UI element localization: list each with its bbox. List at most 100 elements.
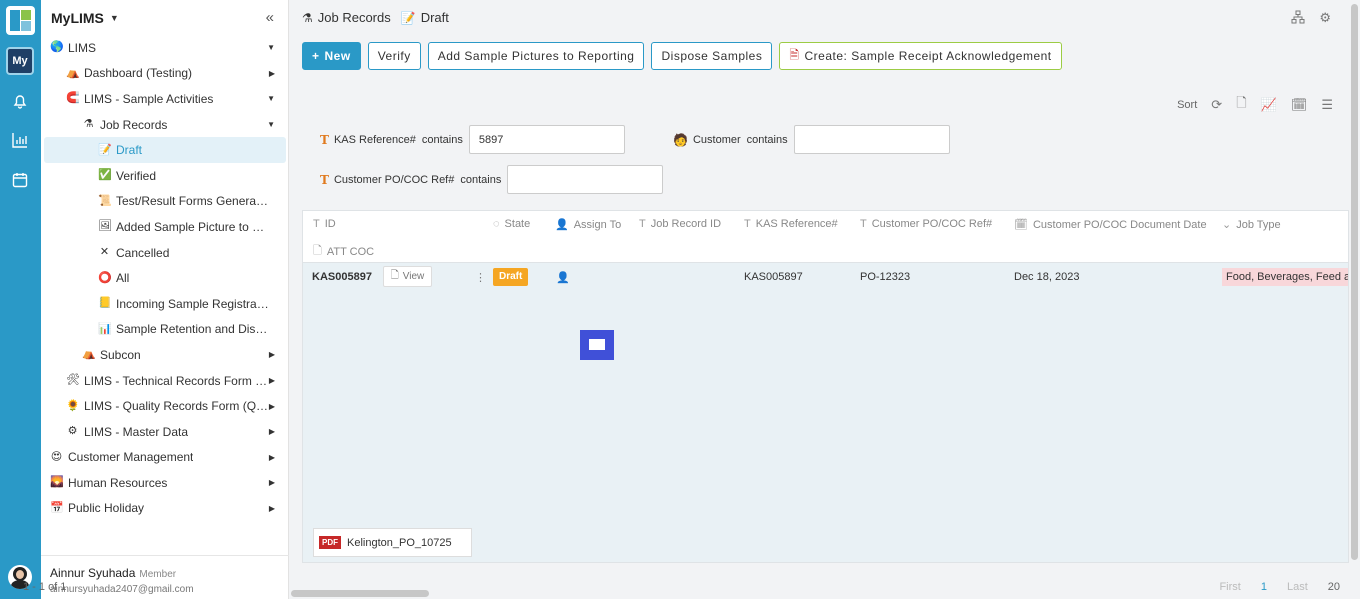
- sidebar-item-job-records[interactable]: ⚗ Job Records ▼: [41, 112, 289, 138]
- sidebar-item-lims[interactable]: 🌎 LIMS ▼: [41, 35, 289, 61]
- app-name[interactable]: MyLIMS: [51, 10, 104, 26]
- calendar-icon: 🗓: [1014, 219, 1028, 231]
- chevron-right-icon[interactable]: ▶: [269, 402, 275, 411]
- chevron-down-icon[interactable]: ▼: [267, 43, 275, 52]
- bell-icon[interactable]: [11, 92, 29, 110]
- filter-customer-input[interactable]: [793, 125, 950, 154]
- row-id[interactable]: KAS005897: [312, 271, 372, 283]
- column-customer-po[interactable]: T Customer PO/COC Ref#: [860, 218, 992, 230]
- calendar-add-icon[interactable]: 🗓: [1291, 97, 1308, 113]
- verify-button[interactable]: Verify: [367, 42, 421, 70]
- column-kas-reference[interactable]: T KAS Reference#: [744, 218, 838, 230]
- breadcrumb-parent[interactable]: Job Records: [318, 10, 391, 25]
- text-type-icon: T: [744, 218, 751, 230]
- sidebar-item-lims-technical-records-form-trf[interactable]: 🛠 LIMS - Technical Records Form (TRF) ▶: [41, 368, 289, 394]
- calendar-icon[interactable]: [11, 171, 29, 189]
- text-type-icon: T: [860, 218, 867, 230]
- sidebar-item-draft[interactable]: 📝 Draft: [44, 137, 286, 163]
- add-sample-pictures-button[interactable]: Add Sample Pictures to Reporting: [427, 42, 645, 70]
- memo-icon: 📝: [400, 10, 416, 25]
- chart-icon[interactable]: 📈: [1261, 97, 1277, 113]
- view-button[interactable]: 🗋 View: [383, 266, 432, 287]
- sort-button[interactable]: Sort: [1177, 99, 1197, 111]
- settings-gear-icon[interactable]: ⚙: [1319, 10, 1331, 27]
- sidebar-item-sample-retention-and-disposal-log[interactable]: 📊 Sample Retention and Disposal Log: [41, 317, 289, 343]
- new-button[interactable]: + New: [302, 42, 361, 70]
- pager-last[interactable]: Last: [1287, 581, 1308, 593]
- sidebar-item-human-resources[interactable]: 🌄 Human Resources ▶: [41, 470, 289, 496]
- sidebar-item-lims-master-data[interactable]: ⚙ LIMS - Master Data ▶: [41, 419, 289, 445]
- dispose-samples-button[interactable]: Dispose Samples: [651, 42, 773, 70]
- sidebar-item-label: Human Resources: [68, 475, 168, 490]
- filter-po-operator[interactable]: contains: [460, 174, 501, 186]
- page-tools: ⚙: [1291, 10, 1331, 27]
- chevron-down-icon[interactable]: ▼: [267, 94, 275, 103]
- column-job-record-id[interactable]: T Job Record ID: [639, 218, 721, 230]
- sidebar-item-added-sample-picture-to-reporting[interactable]: 🖼 Added Sample Picture to Reporting: [41, 214, 289, 240]
- app-rail: My: [0, 0, 41, 599]
- file-icon: 🗋: [390, 270, 399, 281]
- sidebar-item-incoming-sample-registration-log[interactable]: 📒 Incoming Sample Registration Log: [41, 291, 289, 317]
- column-assign-to[interactable]: 👤 Assign To: [555, 218, 621, 232]
- row-menu-icon[interactable]: ⋮: [475, 271, 486, 284]
- sidebar-item-lims-sample-activities[interactable]: 🧲 LIMS - Sample Activities ▼: [41, 86, 289, 112]
- column-id[interactable]: T ID: [313, 218, 336, 230]
- hierarchy-icon[interactable]: [1291, 10, 1305, 27]
- pager-page-size[interactable]: 20: [1328, 581, 1340, 593]
- pager-first[interactable]: First: [1219, 581, 1240, 593]
- chevron-right-icon[interactable]: ▶: [269, 453, 275, 462]
- chevron-down-icon[interactable]: ▼: [267, 120, 275, 129]
- sidebar-item-lims-quality-records-form-qrf[interactable]: 🌻 LIMS - Quality Records Form (QRF) ▶: [41, 393, 289, 419]
- horizontal-scrollbar[interactable]: [291, 590, 429, 597]
- chevron-down-icon[interactable]: ▼: [110, 13, 119, 23]
- analytics-icon[interactable]: [11, 131, 29, 149]
- text-type-icon: T: [639, 218, 646, 230]
- chevron-right-icon[interactable]: ▶: [269, 427, 275, 436]
- pdf-icon: PDF: [319, 536, 341, 549]
- filter-kas-input[interactable]: [468, 125, 625, 154]
- chevron-right-icon[interactable]: ▶: [269, 350, 275, 359]
- collapse-sidebar-icon[interactable]: «: [266, 9, 274, 26]
- image-thumbnail[interactable]: [580, 330, 614, 360]
- sidebar-item-verified[interactable]: ✅ Verified: [41, 163, 289, 189]
- chevron-right-icon[interactable]: ▶: [269, 478, 275, 487]
- action-bar: + New Verify Add Sample Pictures to Repor…: [302, 42, 1062, 70]
- sidebar-item-public-holiday[interactable]: 📅 Public Holiday ▶: [41, 496, 289, 522]
- table-row[interactable]: KAS005897 🗋 View ⋮ Draft 👤 KAS005897 PO-1…: [303, 263, 1348, 291]
- user-profile[interactable]: Ainnur Syuhada Member ainnursyuhada2407@g…: [41, 555, 289, 599]
- filter-po-label: Customer PO/COC Ref#: [333, 173, 455, 186]
- column-job-type[interactable]: ⌄ Job Type: [1222, 218, 1281, 232]
- grid-toolbar: Sort ⟳ 🗋 📈 🗓 ☰: [1177, 94, 1333, 116]
- sidebar-item-dashboard-testing[interactable]: ⛺ Dashboard (Testing) ▶: [41, 61, 289, 87]
- user-email: ainnursyuhada2407@gmail.com: [50, 584, 194, 595]
- chevron-right-icon[interactable]: ▶: [269, 376, 275, 385]
- filter-customer-operator[interactable]: contains: [747, 134, 788, 146]
- pager-current-page[interactable]: 1: [1261, 581, 1267, 593]
- column-att-coc[interactable]: 🗋 ATT COC: [313, 242, 374, 261]
- sidebar-item-label: Verified: [116, 168, 157, 183]
- app-logo[interactable]: [6, 6, 35, 35]
- status-badge: Draft: [493, 268, 529, 286]
- column-state[interactable]: ◌ State: [493, 218, 530, 230]
- column-document-date[interactable]: 🗓 Customer PO/COC Document Date: [1014, 218, 1207, 232]
- refresh-icon[interactable]: ⟳: [1211, 97, 1222, 113]
- checklist-icon[interactable]: ☰: [1321, 97, 1333, 113]
- attachment-file[interactable]: PDF Kelington_PO_10725: [313, 528, 472, 557]
- filter-kas-operator[interactable]: contains: [422, 134, 463, 146]
- create-receipt-ack-button[interactable]: 🗎 Create: Sample Receipt Acknowledgement: [779, 42, 1062, 70]
- filter-po-input[interactable]: [507, 165, 664, 194]
- grid-header: T ID ◌ State 👤 Assign To T Job Record ID T KA…: [303, 211, 1348, 263]
- workspace-switcher[interactable]: My: [6, 47, 34, 75]
- sidebar-item-customer-management[interactable]: 😍 Customer Management ▶: [41, 445, 289, 471]
- sidebar-item-all[interactable]: ⭕ All: [41, 265, 289, 291]
- sidebar-item-cancelled[interactable]: ✕ Cancelled: [41, 240, 289, 266]
- assign-user-icon[interactable]: 👤: [556, 271, 570, 284]
- export-icon[interactable]: 🗋: [1236, 94, 1246, 116]
- chevron-right-icon[interactable]: ▶: [269, 504, 275, 513]
- sidebar-item-subcon[interactable]: ⛺ Subcon ▶: [41, 342, 289, 368]
- row-document-date: Dec 18, 2023: [1014, 271, 1080, 283]
- chevron-right-icon[interactable]: ▶: [269, 69, 275, 78]
- sunrise-icon: 🌄: [50, 476, 64, 489]
- sidebar-item-test-result-forms-generated[interactable]: 📜 Test/Result Forms Generated: [41, 189, 289, 215]
- vertical-scrollbar[interactable]: [1350, 0, 1360, 599]
